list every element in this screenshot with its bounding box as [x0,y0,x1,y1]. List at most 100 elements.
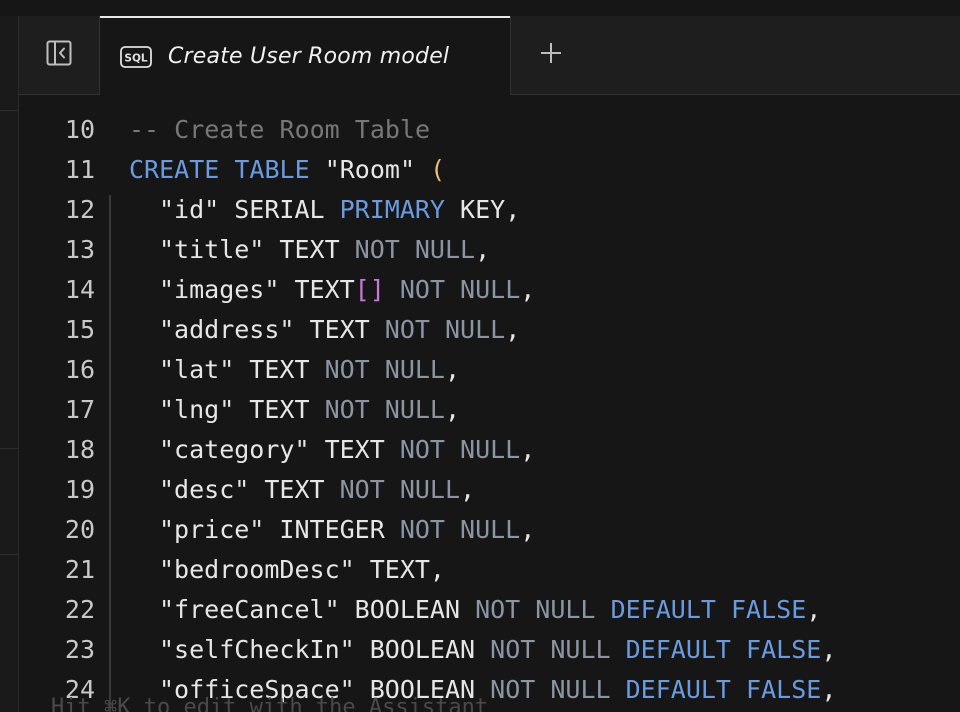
token-dim: NOT NULL [399,515,521,544]
tab-bar: SQL Create User Room model [19,16,960,95]
left-panel-divider [0,554,18,555]
sql-file-icon: SQL [120,45,152,68]
code-text: "category" TEXT NOT NULL, [159,430,535,470]
code-text: "lat" TEXT NOT NULL, [159,350,460,390]
token-text: , [475,235,491,264]
plus-icon [539,41,563,69]
code-text: "title" TEXT NOT NULL, [159,230,490,270]
line-number: 15 [64,315,95,344]
code-text: CREATE TABLE "Room" ( [129,150,445,190]
token-kw: DEFAULT [625,675,731,704]
line-number: 11 [64,155,95,184]
code-text: "address" TEXT NOT NULL, [159,310,520,350]
token-text: "selfCheckIn" BOOLEAN [159,635,491,664]
token-dim: NOT NULL [475,595,596,624]
code-line: 17 "lng" TEXT NOT NULL, [19,390,960,430]
code-line: 10 -- Create Room Table [19,110,960,150]
token-br: [] [354,275,385,304]
code-line: 12 "id" SERIAL PRIMARY KEY, [19,190,960,230]
line-number: 20 [64,515,95,544]
token-text: , [806,595,822,624]
token-text: "desc" TEXT [159,475,340,504]
token-text: "images" TEXT [159,275,355,304]
code-line: 19 "desc" TEXT NOT NULL, [19,470,960,510]
code-editor[interactable]: 10 -- Create Room Table 11 CREATE TABLE "Ro… [19,95,960,712]
token-text: , [520,435,536,464]
token-paren: ( [430,155,446,184]
token-text: "freeCancel" BOOLEAN [159,595,476,624]
line-number: 17 [64,395,95,424]
code-line: 11 CREATE TABLE "Room" ( [19,150,960,190]
token-dim: NOT NULL [354,235,476,264]
token-text: KEY, [444,195,521,224]
token-dim: NOT NULL [490,635,611,664]
code-line: 13 "title" TEXT NOT NULL, [19,230,960,270]
line-number: 18 [64,435,95,464]
code-text: "selfCheckIn" BOOLEAN NOT NULL DEFAULT F… [159,630,836,670]
line-number: 19 [64,475,95,504]
token-text: , [460,475,476,504]
code-text: "bedroomDesc" TEXT, [159,550,445,590]
token-dim: NOT NULL [399,435,521,464]
line-number: 23 [64,635,95,664]
token-text: , [821,675,837,704]
line-number: 12 [64,195,95,224]
code-text: "lng" TEXT NOT NULL, [159,390,460,430]
token-text: "bedroomDesc" TEXT, [159,555,445,584]
add-tab-button[interactable] [531,35,571,75]
sidebar-toggle-button[interactable] [19,16,100,94]
token-kw: CREATE [129,155,220,184]
token-text: "price" INTEGER [159,515,400,544]
code-line: 21 "bedroomDesc" TEXT, [19,550,960,590]
code-text: "desc" TEXT NOT NULL, [159,470,475,510]
code-text: "freeCancel" BOOLEAN NOT NULL DEFAULT FA… [159,590,821,630]
token-kw: TABLE [234,155,310,184]
left-panel-edge [0,16,19,712]
token-text: "lat" TEXT [159,355,325,384]
code-line: 22 "freeCancel" BOOLEAN NOT NULL DEFAULT … [19,590,960,630]
token-text: "id" SERIAL [159,195,340,224]
token-kw: PRIMARY [339,195,445,224]
token-dim: NOT NULL [339,475,461,504]
token-text: , [520,275,536,304]
code-line: 23 "selfCheckIn" BOOLEAN NOT NULL DEFAULT… [19,630,960,670]
code-line: 20 "price" INTEGER NOT NULL, [19,510,960,550]
line-number: 10 [64,115,95,144]
token-text: "category" TEXT [159,435,400,464]
line-number: 13 [64,235,95,264]
token-dim: NOT NULL [384,315,506,344]
token-kw: DEFAULT [625,635,731,664]
line-number: 14 [64,275,95,304]
token-text: "Room" [309,155,431,184]
code-text: "id" SERIAL PRIMARY KEY, [159,190,520,230]
token-text: "address" TEXT [159,315,385,344]
line-number: 16 [64,355,95,384]
token-text: "title" TEXT [159,235,355,264]
tab-create-user-room-model[interactable]: SQL Create User Room model [100,16,510,95]
line-number: 21 [64,555,95,584]
token-text: , [520,515,536,544]
sidebar-collapse-icon [46,40,72,70]
token-text: "lng" TEXT [159,395,325,424]
token-text: , [505,315,521,344]
token-kw: FALSE [746,635,822,664]
code-line: 16 "lat" TEXT NOT NULL, [19,350,960,390]
code-line: 15 "address" TEXT NOT NULL, [19,310,960,350]
tab-title: Create User Room model [168,44,450,69]
code-text: -- Create Room Table [129,110,430,150]
token-kw: FALSE [730,595,807,624]
left-panel-divider [0,448,18,449]
tab-divider [510,16,511,94]
token-kw: DEFAULT [610,595,716,624]
svg-text:SQL: SQL [124,52,147,64]
left-panel-divider [0,110,18,111]
code-text: "images" TEXT[] NOT NULL, [159,270,535,310]
token-text: , [445,395,461,424]
